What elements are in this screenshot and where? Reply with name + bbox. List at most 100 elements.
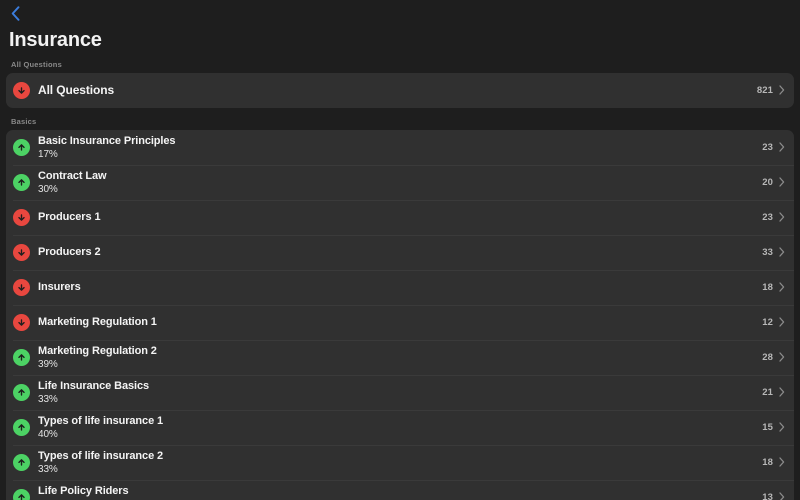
question-count: 23: [762, 211, 773, 223]
questions-list[interactable]: All Questions All Questions 821 Basics Basic…: [0, 51, 800, 500]
list-item[interactable]: Life Insurance Basics 33% 21: [6, 374, 794, 410]
list-item[interactable]: Producers 1 23: [6, 199, 794, 235]
chevron-right-icon: [778, 84, 785, 96]
arrow-up-circle-icon: [13, 453, 30, 471]
list-item-trailing: 20: [762, 176, 785, 188]
question-count: 18: [762, 456, 773, 468]
arrow-down-circle-icon: [13, 81, 30, 99]
list-item-progress: 17%: [38, 148, 58, 160]
question-count: 15: [762, 421, 773, 433]
question-count: 12: [762, 316, 773, 328]
list-item-text: Basic Insurance Principles 17%: [38, 131, 762, 164]
list-item[interactable]: Marketing Regulation 2 39% 28: [6, 339, 794, 375]
question-count: 33: [762, 246, 773, 258]
arrow-up-circle-icon: [13, 348, 30, 366]
arrow-up-circle-icon: [13, 173, 30, 191]
list-item-title: Life Insurance Basics: [38, 379, 150, 392]
section-header: All Questions: [11, 59, 62, 69]
question-count: 18: [762, 281, 773, 293]
list-item-text: All Questions: [38, 80, 757, 100]
app-screen: Insurance All Questions All Questions 821 B…: [0, 0, 800, 500]
arrow-up-circle-icon: [13, 383, 30, 401]
list-item[interactable]: Insurers 18: [6, 269, 794, 305]
chevron-right-icon: [778, 421, 785, 433]
list-item-text: Producers 1: [38, 207, 762, 227]
list-item-trailing: 28: [762, 351, 785, 363]
list-item[interactable]: Marketing Regulation 1 12: [6, 304, 794, 340]
chevron-right-icon: [778, 456, 785, 468]
chevron-right-icon: [778, 211, 785, 223]
list-item-title: All Questions: [38, 83, 115, 97]
list-item-title: Insurers: [38, 281, 81, 293]
arrow-up-circle-icon: [13, 138, 30, 156]
list-item-trailing: 23: [762, 211, 785, 223]
chevron-right-icon: [778, 491, 785, 500]
list-item-title: Types of life insurance 1: [38, 414, 164, 427]
section-header: Basics: [11, 116, 37, 126]
arrow-up-circle-icon: [13, 488, 30, 500]
question-count: 28: [762, 351, 773, 363]
list-item-title: Producers 2: [38, 246, 101, 258]
list-item-title: Basic Insurance Principles: [38, 134, 176, 147]
list-item-trailing: 18: [762, 456, 785, 468]
list-item[interactable]: Basic Insurance Principles 17% 23: [6, 130, 794, 165]
list-item-trailing: 13: [762, 491, 785, 500]
list-item[interactable]: Types of life insurance 1 40% 15: [6, 409, 794, 445]
question-count: 821: [756, 84, 773, 96]
list-item-title: Marketing Regulation 1: [38, 316, 157, 328]
list-item-text: Producers 2: [38, 242, 762, 262]
list-item-progress: 40%: [38, 428, 58, 440]
list-item-text: Life Policy Riders7%: [38, 481, 762, 500]
chevron-right-icon: [778, 281, 785, 293]
list-item-title: Life Policy Riders: [38, 484, 129, 497]
chevron-right-icon: [778, 246, 785, 258]
list-item-progress: 39%: [38, 358, 58, 370]
list-item-trailing: 821: [757, 84, 785, 96]
back-button[interactable]: [4, 4, 26, 22]
chevron-right-icon: [778, 351, 785, 363]
list-item-text: Types of life insurance 1 40%: [38, 411, 762, 444]
question-count: 23: [762, 141, 773, 153]
chevron-right-icon: [778, 316, 785, 328]
list-item-title: Contract Law: [38, 169, 107, 182]
list-item-text: Contract Law 30%: [38, 166, 762, 199]
list-item[interactable]: Producers 2 33: [6, 234, 794, 270]
chevron-right-icon: [778, 386, 785, 398]
list-item-title: Marketing Regulation 2: [38, 344, 157, 357]
list-item-text: Life Insurance Basics 33%: [38, 376, 762, 409]
list-item[interactable]: Contract Law 30% 20: [6, 164, 794, 200]
list-item[interactable]: Types of life insurance 2 33% 18: [6, 444, 794, 480]
list-item-text: Marketing Regulation 2 39%: [38, 341, 762, 374]
list-item-progress: 33%: [38, 463, 58, 475]
list-item[interactable]: All Questions 821: [6, 73, 794, 108]
list-item-text: Types of life insurance 2 33%: [38, 446, 762, 479]
arrow-down-circle-icon: [13, 278, 30, 296]
arrow-down-circle-icon: [13, 208, 30, 226]
navigation-bar: Insurance: [0, 0, 800, 51]
list-item-trailing: 33: [762, 246, 785, 258]
question-count: 20: [762, 176, 773, 188]
section-card: All Questions 821: [6, 72, 794, 108]
list-item-progress: 33%: [38, 393, 58, 405]
chevron-right-icon: [778, 176, 785, 188]
list-item-trailing: 15: [762, 421, 785, 433]
list-item-title: Types of life insurance 2: [38, 449, 164, 462]
list-item-title: Producers 1: [38, 211, 101, 223]
list-item-trailing: 12: [762, 316, 785, 328]
list-item-trailing: 18: [762, 281, 785, 293]
arrow-up-circle-icon: [13, 418, 30, 436]
question-count: 21: [762, 386, 773, 398]
list-item-trailing: 21: [762, 386, 785, 398]
list-item[interactable]: Life Policy Riders7%13: [6, 479, 794, 500]
list-item-text: Insurers: [38, 277, 762, 297]
arrow-down-circle-icon: [13, 243, 30, 261]
list-item-text: Marketing Regulation 1: [38, 312, 762, 332]
page-title: Insurance: [9, 28, 102, 51]
arrow-down-circle-icon: [13, 313, 30, 331]
list-item-progress: 30%: [38, 183, 58, 195]
chevron-left-icon: [11, 5, 20, 21]
question-count: 13: [762, 491, 773, 500]
list-item-trailing: 23: [762, 141, 785, 153]
section-card: Basic Insurance Principles 17% 23 Contract …: [6, 129, 794, 500]
chevron-right-icon: [778, 141, 785, 153]
